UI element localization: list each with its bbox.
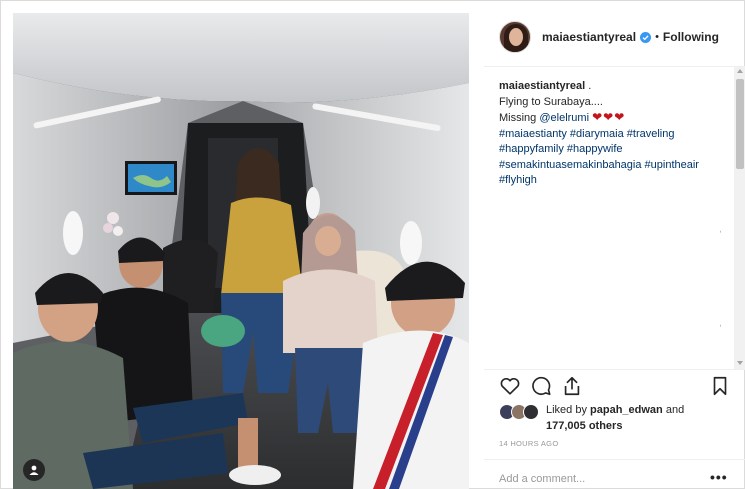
heart-emojis: ❤❤❤ (592, 110, 626, 124)
liker-avatars[interactable] (499, 404, 543, 422)
header-separator: • (655, 31, 659, 43)
more-options-button[interactable]: ••• (710, 469, 728, 485)
heart-outline-icon[interactable] (499, 375, 521, 397)
liker-username-link[interactable]: papah_edwan (590, 404, 663, 416)
post-photo[interactable] (13, 13, 469, 489)
scroll-thumb[interactable] (736, 79, 744, 169)
instagram-post: maiaestiantyreal • Following maiaestiant… (0, 0, 745, 489)
actions-divider (484, 369, 745, 370)
share-upload-icon[interactable] (561, 375, 583, 397)
caption-suffix: . (585, 80, 592, 92)
header-divider (484, 66, 745, 67)
likes-prefix: Liked by (546, 404, 591, 416)
avatar[interactable] (499, 21, 531, 53)
following-button[interactable]: Following (663, 30, 719, 44)
post-header: maiaestiantyreal • Following (484, 15, 734, 59)
comment-divider (484, 459, 745, 460)
speech-bubble-icon[interactable] (530, 375, 552, 397)
likes-others-link[interactable]: 177,005 others (546, 420, 622, 432)
scroll-up-arrow-icon[interactable] (737, 69, 743, 73)
caption-line-2: Missing @elelrumi ❤❤❤ (499, 110, 721, 127)
private-jet-cabin-photo (13, 13, 469, 489)
tag-people-button[interactable] (23, 459, 45, 481)
comments-list: maiaestiantyreal . Flying to Surabaya...… (499, 79, 721, 364)
liker-avatar (523, 404, 539, 420)
verified-badge-icon (640, 31, 652, 43)
author-username[interactable]: maiaestiantyreal (542, 30, 636, 44)
likes-text: Liked by papah_edwan and 177,005 others (546, 403, 684, 435)
comment-like-heart-icon[interactable] (720, 321, 721, 333)
caption-missing-label: Missing (499, 112, 540, 124)
mention-link[interactable]: @elelrumi (539, 112, 589, 124)
comment-like-heart-icon[interactable] (720, 227, 721, 239)
likes-summary: Liked by papah_edwan and 177,005 others (499, 403, 731, 435)
bookmark-icon[interactable] (709, 375, 731, 397)
caption-hashtags[interactable]: #maiaestianty #diarymaia #traveling #hap… (499, 127, 721, 189)
post-timestamp[interactable]: 14 HOURS AGO (499, 439, 558, 448)
add-comment-input[interactable] (499, 471, 699, 487)
scroll-down-arrow-icon[interactable] (737, 361, 743, 365)
person-tag-icon (29, 465, 39, 475)
post-actions (499, 375, 731, 397)
caption-line-1: Flying to Surabaya.... (499, 95, 603, 108)
comments-scrollbar[interactable] (734, 67, 745, 369)
caption: maiaestiantyreal . Flying to Surabaya...… (499, 79, 721, 189)
post-side-panel: maiaestiantyreal • Following maiaestiant… (484, 1, 745, 489)
likes-and: and (662, 404, 685, 416)
caption-username[interactable]: maiaestiantyreal (499, 80, 585, 92)
avatar-face (509, 28, 523, 46)
